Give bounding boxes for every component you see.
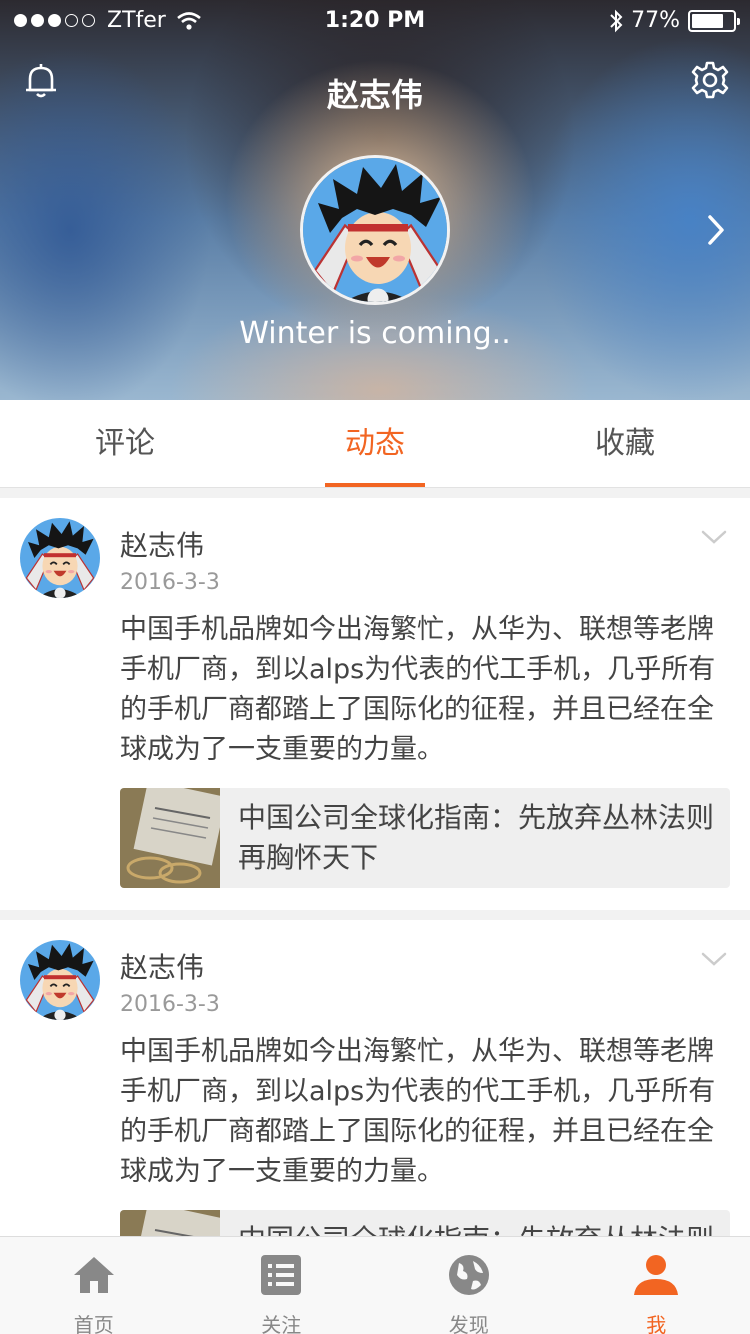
tabbar-label: 首页 — [73, 1313, 114, 1334]
tabbar-label: 发现 — [448, 1313, 489, 1334]
tab-comments[interactable]: 评论 — [0, 400, 250, 487]
chevron-right-icon[interactable] — [706, 213, 726, 247]
bottom-tab-bar: 首页 关注 发现 我 — [0, 1236, 750, 1334]
chevron-down-icon[interactable] — [700, 950, 728, 968]
chevron-down-icon[interactable] — [700, 528, 728, 546]
tabbar-me[interactable]: 我 — [563, 1237, 750, 1334]
feed-card: 赵志伟 2016-3-3 中国手机品牌如今出海繁忙，从华为、联想等老牌手机厂商，… — [0, 498, 750, 910]
activity-feed: 赵志伟 2016-3-3 中国手机品牌如今出海繁忙，从华为、联想等老牌手机厂商，… — [0, 498, 750, 1334]
profile-motto: Winter is coming.. — [239, 316, 511, 351]
post-text: 中国手机品牌如今出海繁忙，从华为、联想等老牌手机厂商，到以alps为代表的代工手… — [120, 614, 716, 765]
page-title: 赵志伟 — [326, 76, 423, 114]
profile-header: ZTfer 1:20 PM 77% 赵志伟 Winter is coming.. — [0, 0, 750, 400]
bluetooth-icon — [610, 9, 623, 32]
status-bar: ZTfer 1:20 PM 77% — [0, 0, 750, 40]
shared-link-card[interactable]: 中国公司全球化指南：先放弃丛林法则 再胸怀天下 — [120, 788, 730, 888]
tabbar-label: 我 — [646, 1313, 667, 1334]
status-right: 77% — [609, 8, 740, 33]
profile-avatar[interactable] — [300, 155, 450, 305]
author-name[interactable]: 赵志伟 — [120, 524, 204, 564]
tabbar-discover[interactable]: 发现 — [375, 1237, 563, 1334]
post-date: 2016-3-3 — [120, 570, 220, 595]
newspaper-thumbnail — [120, 788, 220, 888]
battery-fill — [692, 13, 723, 28]
globe-icon — [448, 1255, 489, 1295]
tab-favorites[interactable]: 收藏 — [500, 400, 750, 487]
battery-percent: 77% — [631, 8, 680, 33]
list-icon — [261, 1255, 302, 1295]
post-date: 2016-3-3 — [120, 992, 220, 1017]
tab-activity[interactable]: 动态 — [250, 400, 500, 487]
segment-tabs: 评论 动态 收藏 — [0, 400, 750, 488]
gear-icon[interactable] — [690, 60, 730, 100]
avatar[interactable] — [20, 940, 100, 1020]
avatar-image — [20, 518, 100, 598]
person-icon — [634, 1255, 679, 1295]
post-text: 中国手机品牌如今出海繁忙，从华为、联想等老牌手机厂商，到以alps为代表的代工手… — [120, 1036, 716, 1187]
battery-icon — [688, 9, 740, 32]
avatar-image — [303, 158, 450, 305]
tabbar-follow[interactable]: 关注 — [188, 1237, 376, 1334]
avatar-image — [20, 940, 100, 1020]
tabbar-home[interactable]: 首页 — [0, 1237, 188, 1334]
tabbar-label: 关注 — [261, 1313, 302, 1334]
author-name[interactable]: 赵志伟 — [120, 946, 204, 986]
link-title: 中国公司全球化指南：先放弃丛林法则 再胸怀天下 — [238, 801, 715, 874]
home-icon — [73, 1257, 114, 1293]
avatar[interactable] — [20, 518, 100, 598]
